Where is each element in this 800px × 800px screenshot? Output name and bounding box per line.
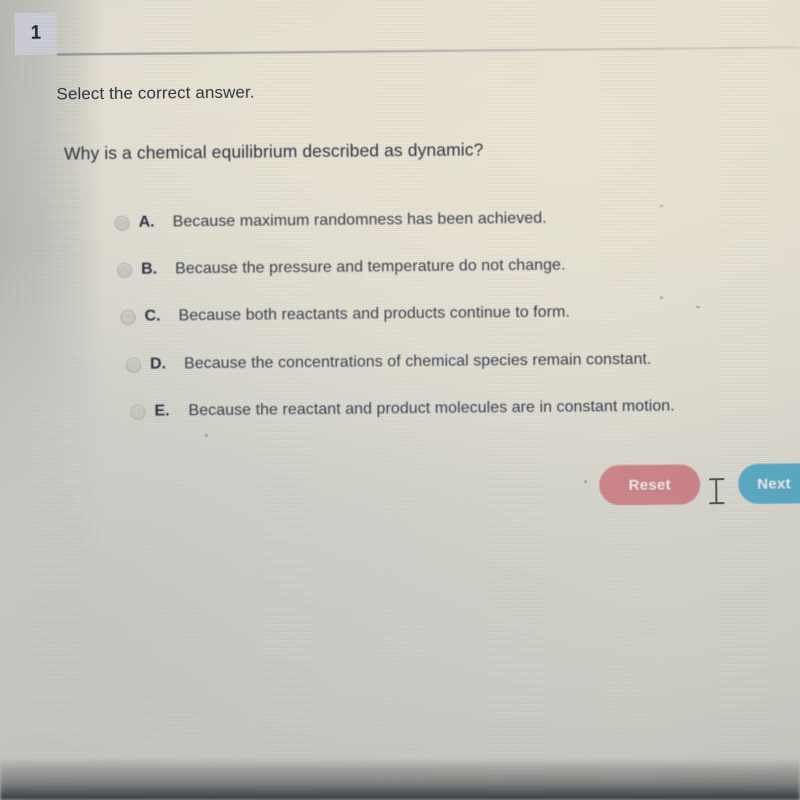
option-text-b: Because the pressure and temperature do … <box>175 256 566 278</box>
option-letter-a: A. <box>138 213 155 231</box>
option-text-c: Because both reactants and products cont… <box>178 303 570 325</box>
option-letter-c: C. <box>144 307 161 325</box>
reset-button[interactable]: Reset <box>599 464 701 506</box>
option-text-e: Because the reactant and product molecul… <box>188 397 675 420</box>
radio-button-b-icon[interactable] <box>117 262 133 278</box>
radio-button-a-icon[interactable] <box>114 215 130 231</box>
option-letter-d: D. <box>149 355 167 373</box>
answer-option-e[interactable]: E. Because the reactant and product mole… <box>130 397 675 421</box>
question-number-label: 1 <box>30 22 42 44</box>
next-button-label: Next <box>757 474 792 493</box>
answer-options-list: A. Because maximum randomness has been a… <box>0 201 798 420</box>
radio-button-e-icon[interactable] <box>130 404 146 420</box>
option-text-a: Because maximum randomness has been achi… <box>172 209 547 231</box>
option-letter-e: E. <box>154 402 170 420</box>
radio-button-c-icon[interactable] <box>120 309 136 325</box>
question-text: Why is a chemical equilibrium described … <box>63 139 484 164</box>
text-cursor-icon <box>709 477 725 505</box>
photographed-quiz-screen: 1 Select the correct answer. Why is a ch… <box>0 0 800 800</box>
option-letter-b: B. <box>141 260 158 278</box>
instruction-text: Select the correct answer. <box>56 82 255 104</box>
question-number-tab[interactable]: 1 <box>14 12 58 55</box>
quiz-content-area: 1 Select the correct answer. Why is a ch… <box>0 0 800 800</box>
answer-option-d[interactable]: D. Because the concentrations of chemica… <box>125 350 652 374</box>
answer-option-c[interactable]: C. Because both reactants and products c… <box>120 303 570 326</box>
reset-button-label: Reset <box>628 476 671 494</box>
option-text-d: Because the concentrations of chemical s… <box>183 350 652 373</box>
radio-button-d-icon[interactable] <box>125 357 142 373</box>
answer-option-b[interactable]: B. Because the pressure and temperature … <box>117 257 566 279</box>
header-divider <box>57 46 800 56</box>
answer-option-a[interactable]: A. Because maximum randomness has been a… <box>114 209 547 232</box>
next-button[interactable]: Next <box>738 463 800 504</box>
